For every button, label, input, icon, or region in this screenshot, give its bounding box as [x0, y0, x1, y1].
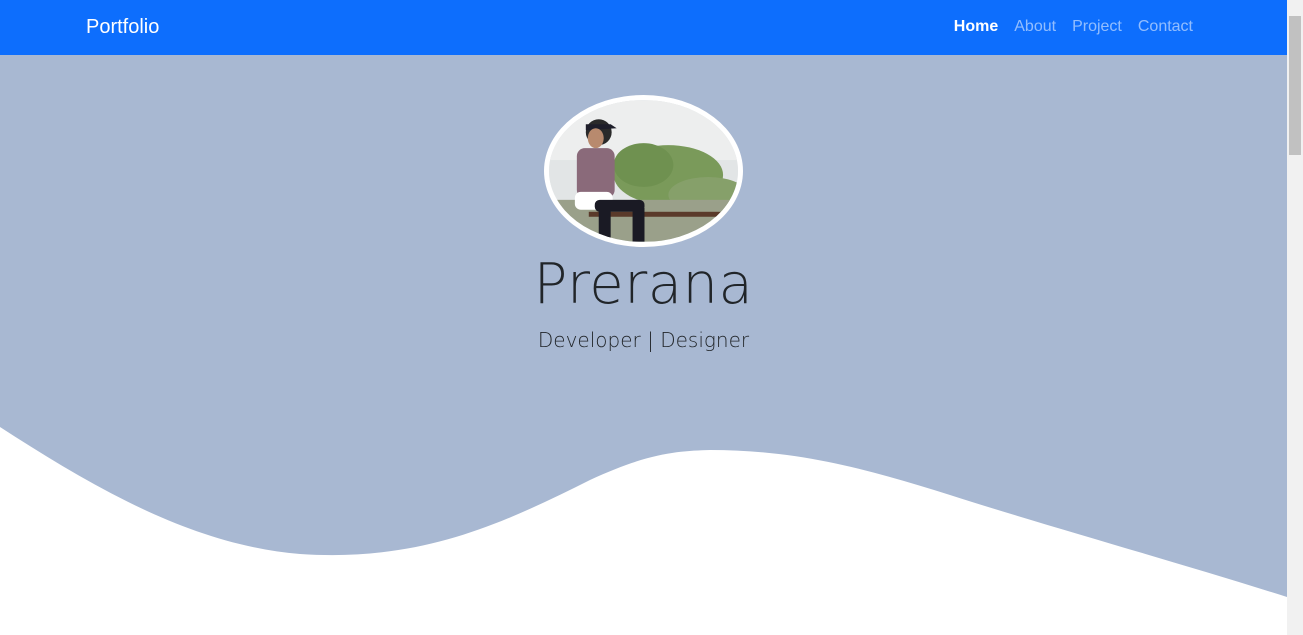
profile-avatar	[544, 95, 743, 247]
viewport: Portfolio Home About Project Contact Pre…	[0, 0, 1287, 635]
hero-tagline: Developer | Designer	[537, 328, 750, 352]
nav-link-about[interactable]: About	[1014, 17, 1056, 37]
nav-links: Home About Project Contact	[954, 17, 1193, 37]
navbar-brand[interactable]: Portfolio	[86, 15, 159, 40]
navbar: Portfolio Home About Project Contact	[0, 0, 1287, 55]
hero-name: Prerana	[533, 252, 754, 317]
nav-link-home[interactable]: Home	[954, 17, 998, 37]
vertical-scrollbar[interactable]	[1287, 0, 1303, 635]
profile-photo-icon	[549, 100, 738, 242]
hero-section: Prerana Developer | Designer	[0, 55, 1287, 635]
nav-link-contact[interactable]: Contact	[1138, 17, 1193, 37]
nav-link-project[interactable]: Project	[1072, 17, 1122, 37]
scrollbar-thumb[interactable]	[1289, 16, 1301, 155]
